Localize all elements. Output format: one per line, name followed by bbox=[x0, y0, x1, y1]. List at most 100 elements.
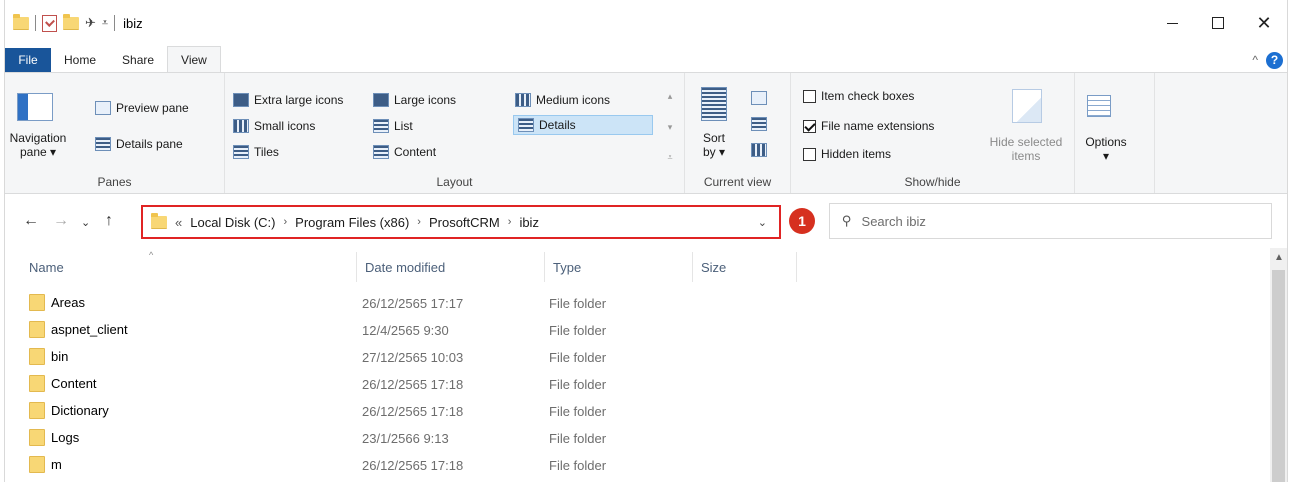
close-button[interactable]: ✕ bbox=[1241, 8, 1287, 38]
large-icons-label: Large icons bbox=[394, 93, 457, 107]
expand-gallery-icon[interactable]: ⩡ bbox=[667, 152, 672, 163]
tiles-option[interactable]: Tiles bbox=[233, 145, 279, 159]
layout-group-label: Layout bbox=[436, 175, 473, 189]
item-check-boxes-checkbox[interactable] bbox=[803, 89, 816, 103]
folder-icon bbox=[29, 375, 45, 392]
folder-icon bbox=[29, 348, 45, 365]
sort-by-button[interactable]: Sort by ▾ bbox=[691, 131, 737, 159]
scroll-up-icon[interactable]: ▴ bbox=[668, 91, 673, 102]
file-type: File folder bbox=[549, 404, 607, 419]
preview-pane-button[interactable]: Preview pane bbox=[95, 101, 189, 115]
content-option[interactable]: Content bbox=[373, 145, 436, 159]
file-date: 26/12/2565 17:17 bbox=[362, 296, 464, 311]
column-name[interactable]: Name bbox=[21, 252, 357, 282]
options-icon[interactable] bbox=[1087, 95, 1111, 117]
tab-file[interactable]: File bbox=[5, 48, 51, 72]
size-columns-icon[interactable] bbox=[751, 143, 767, 157]
file-date: 26/12/2565 17:18 bbox=[362, 458, 464, 473]
extra-large-icons-option[interactable]: Extra large icons bbox=[233, 93, 343, 107]
search-icon: ⚲ bbox=[842, 213, 852, 228]
medium-icons-option[interactable]: Medium icons bbox=[515, 93, 610, 107]
scroll-down-icon[interactable]: ▾ bbox=[668, 122, 673, 133]
breadcrumb-program-files[interactable]: Program Files (x86) bbox=[295, 215, 409, 230]
table-row[interactable]: Dictionary 26/12/2565 17:18 File folder bbox=[5, 398, 1267, 425]
tab-share[interactable]: Share bbox=[109, 48, 167, 72]
preview-pane-icon bbox=[95, 101, 111, 115]
group-by-icon[interactable] bbox=[751, 91, 767, 105]
breadcrumb-ibiz[interactable]: ibiz bbox=[519, 215, 539, 230]
details-pane-button[interactable]: Details pane bbox=[95, 137, 183, 151]
list-option[interactable]: List bbox=[373, 119, 413, 133]
breadcrumb-separator-icon[interactable]: › bbox=[283, 216, 287, 228]
hide-selected-items-button[interactable]: Hide selected items bbox=[983, 135, 1069, 163]
breadcrumb-local-disk[interactable]: Local Disk (C:) bbox=[190, 215, 275, 230]
new-folder-icon[interactable] bbox=[63, 13, 79, 30]
breadcrumb-separator-icon[interactable]: › bbox=[508, 216, 512, 228]
tab-view[interactable]: View bbox=[167, 46, 221, 72]
properties-icon[interactable] bbox=[42, 14, 57, 32]
details-label: Details bbox=[539, 118, 576, 132]
file-name-extensions-label: File name extensions bbox=[821, 119, 935, 133]
item-check-boxes-toggle[interactable]: Item check boxes bbox=[803, 89, 914, 103]
hide-selected-icon[interactable] bbox=[1012, 89, 1042, 123]
breadcrumb-separator-icon[interactable]: › bbox=[417, 216, 421, 228]
address-bar[interactable]: « Local Disk (C:) › Program Files (x86) … bbox=[141, 205, 781, 239]
folder-icon bbox=[29, 456, 45, 473]
sort-by-label-2: by ▾ bbox=[702, 145, 726, 159]
help-icon[interactable]: ? bbox=[1266, 51, 1283, 69]
content-label: Content bbox=[394, 145, 437, 159]
hidden-items-toggle[interactable]: Hidden items bbox=[803, 147, 891, 161]
search-box[interactable]: ⚲ Search ibiz bbox=[829, 203, 1272, 239]
maximize-button[interactable] bbox=[1195, 8, 1241, 38]
navigation-pane-icon[interactable] bbox=[17, 93, 53, 121]
table-row[interactable]: Areas 26/12/2565 17:17 File folder bbox=[5, 290, 1267, 317]
file-date: 26/12/2565 17:18 bbox=[362, 404, 464, 419]
layout-scroller[interactable]: ▴ ▾ ⩡ bbox=[663, 91, 677, 163]
panes-group: Navigation pane ▾ Preview pane Details p… bbox=[5, 73, 225, 193]
navigation-pane-button[interactable]: Navigation pane ▾ bbox=[9, 131, 67, 159]
options-button[interactable]: Options ▾ bbox=[1079, 135, 1133, 163]
pin-icon[interactable]: ✈ bbox=[85, 15, 96, 31]
content-icon bbox=[373, 145, 389, 159]
table-row[interactable]: m 26/12/2565 17:18 File folder bbox=[5, 452, 1267, 479]
scrollbar-thumb[interactable] bbox=[1272, 270, 1285, 482]
table-row[interactable]: aspnet_client 12/4/2565 9:30 File folder bbox=[5, 317, 1267, 344]
small-icons-option[interactable]: Small icons bbox=[233, 119, 315, 133]
forward-arrow-icon[interactable]: → bbox=[53, 212, 69, 230]
table-row[interactable]: Content 26/12/2565 17:18 File folder bbox=[5, 371, 1267, 398]
file-name-extensions-toggle[interactable]: File name extensions bbox=[803, 119, 934, 133]
sort-by-icon[interactable] bbox=[701, 87, 727, 121]
large-icons-option[interactable]: Large icons bbox=[373, 93, 456, 107]
show-hide-group-label: Show/hide bbox=[904, 175, 961, 189]
window-controls: ✕ bbox=[1149, 8, 1287, 38]
minimize-button[interactable] bbox=[1149, 8, 1195, 38]
add-columns-icon[interactable] bbox=[751, 117, 767, 131]
collapse-ribbon-icon[interactable]: ^ bbox=[1252, 53, 1258, 67]
overflow-chevron-icon[interactable]: « bbox=[175, 215, 182, 230]
table-row[interactable]: bin 27/12/2565 10:03 File folder bbox=[5, 344, 1267, 371]
up-arrow-icon[interactable]: ↑ bbox=[105, 212, 113, 230]
back-arrow-icon[interactable]: ← bbox=[23, 212, 39, 230]
file-date: 27/12/2565 10:03 bbox=[362, 350, 464, 365]
recent-locations-icon[interactable]: ⌄ bbox=[81, 216, 90, 229]
column-size[interactable]: Size bbox=[693, 252, 797, 282]
details-option[interactable]: Details bbox=[513, 115, 653, 135]
vertical-scrollbar[interactable]: ▲ bbox=[1270, 248, 1287, 482]
table-row[interactable]: Logs 23/1/2566 9:13 File folder bbox=[5, 425, 1267, 452]
sort-by-label: Sort bbox=[702, 131, 725, 145]
column-type[interactable]: Type bbox=[545, 252, 693, 282]
tab-home[interactable]: Home bbox=[51, 48, 109, 72]
breadcrumb-prosoftcrm[interactable]: ProsoftCRM bbox=[429, 215, 500, 230]
explorer-window: ✈ ⩡ ibiz ✕ File Home Share View ^ ? Navi… bbox=[4, 0, 1288, 482]
scroll-up-arrow-icon[interactable]: ▲ bbox=[1274, 252, 1284, 263]
details-icon bbox=[518, 118, 534, 132]
column-date-modified[interactable]: Date modified bbox=[357, 252, 545, 282]
hidden-items-checkbox[interactable] bbox=[803, 147, 816, 161]
file-name-extensions-checkbox[interactable] bbox=[803, 119, 816, 133]
folder-icon bbox=[29, 321, 45, 338]
customize-toolbar-icon[interactable]: ⩡ bbox=[102, 17, 108, 30]
file-type: File folder bbox=[549, 323, 607, 338]
options-group: Options ▾ bbox=[1075, 73, 1155, 193]
ribbon: Navigation pane ▾ Preview pane Details p… bbox=[5, 72, 1287, 194]
address-dropdown-icon[interactable]: ⌄ bbox=[758, 216, 767, 229]
